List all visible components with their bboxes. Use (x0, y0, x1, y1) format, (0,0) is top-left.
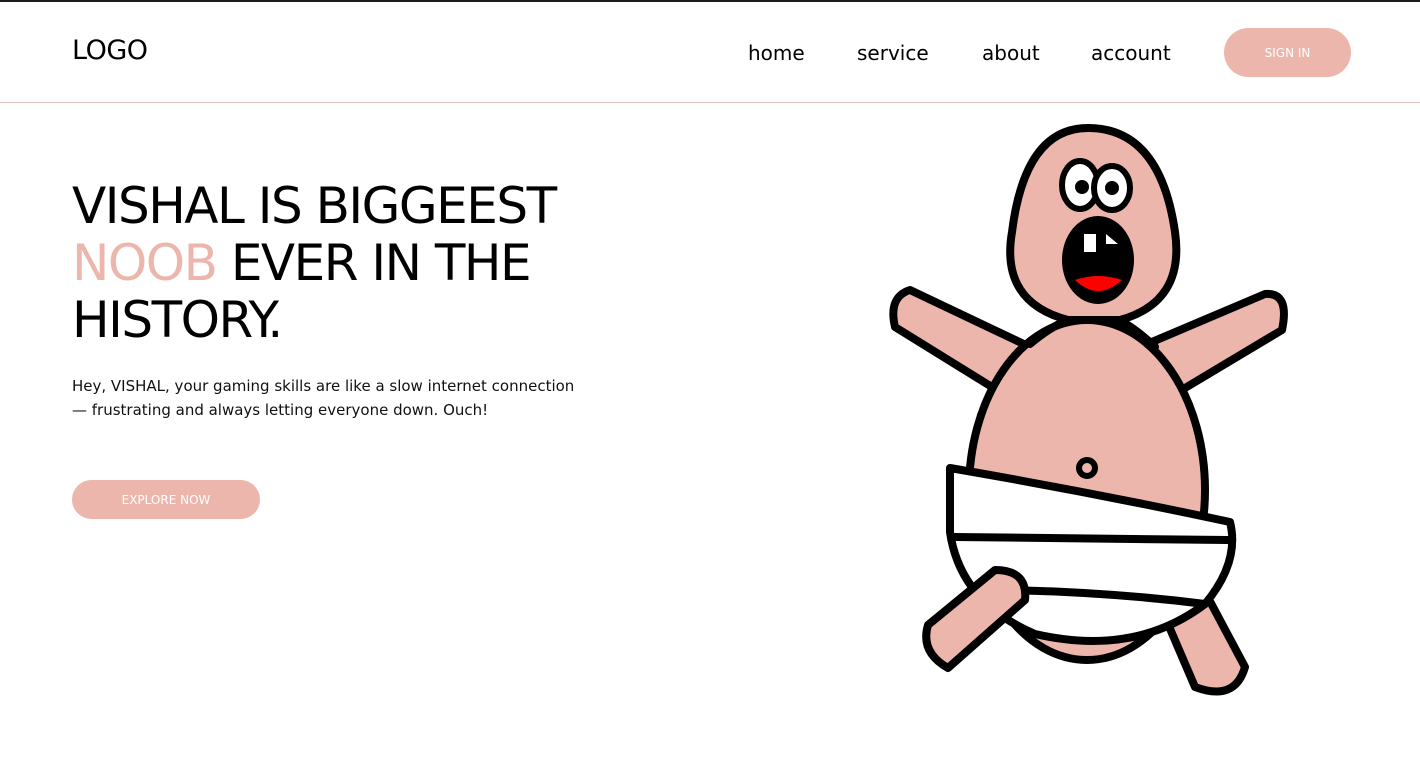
navbar: LOGO home service about account SIGN IN (0, 2, 1420, 103)
hero-description: Hey, VISHAL, your gaming skills are like… (72, 377, 575, 419)
nav-link-service[interactable]: service (857, 41, 929, 65)
headline-accent-word: NOOB (72, 234, 218, 292)
nav-link-about[interactable]: about (982, 41, 1040, 65)
headline-line-2: EVER IN THE (216, 234, 532, 292)
landing-page: LOGO home service about account SIGN IN … (0, 0, 1420, 783)
headline-line-3: HISTORY. (72, 291, 283, 349)
sign-in-button[interactable]: SIGN IN (1224, 28, 1351, 77)
nav-link-home[interactable]: home (748, 41, 805, 65)
baby-mouth (1062, 216, 1134, 304)
hero-headline: VISHAL IS BIGGEEST NOOB EVER IN THE HISTOR… (72, 178, 712, 349)
cartoon-baby-illustration (889, 124, 1288, 696)
baby-eyes (1059, 158, 1133, 213)
headline-line-1: VISHAL IS BIGGEEST (72, 177, 557, 235)
main-nav: home service about account (0, 41, 1420, 71)
nav-link-account[interactable]: account (1091, 41, 1171, 65)
explore-now-button[interactable]: EXPLORE NOW (72, 480, 260, 519)
